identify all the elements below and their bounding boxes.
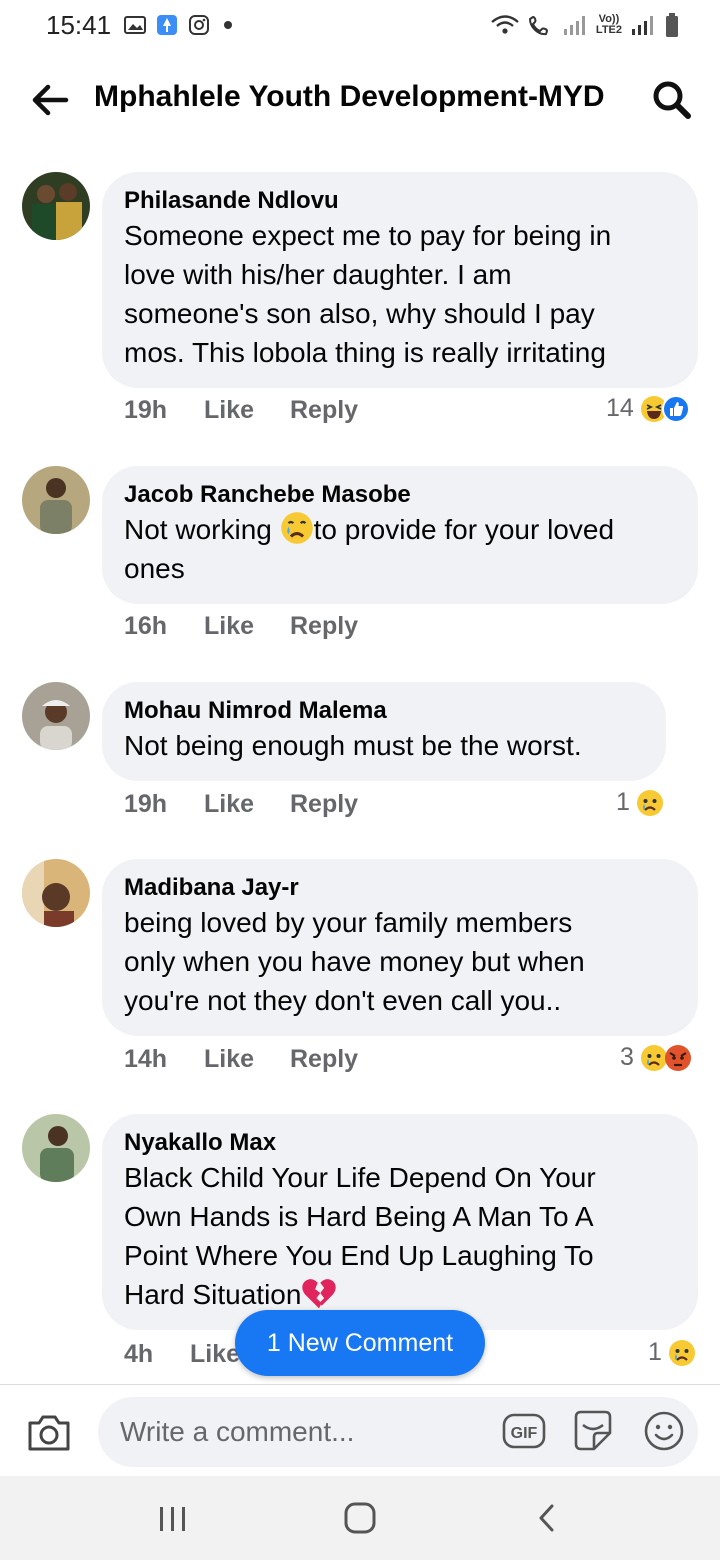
reaction-summary[interactable]: 1 bbox=[616, 788, 664, 817]
like-button[interactable]: Like bbox=[204, 1045, 290, 1074]
comment-time[interactable]: 19h bbox=[124, 790, 204, 819]
broken-heart-emoji bbox=[302, 1279, 337, 1309]
comment-author[interactable]: Nyakallo Max bbox=[124, 1128, 676, 1158]
signal-icon bbox=[563, 16, 585, 35]
volte-label: Vo)) LTE2 bbox=[595, 13, 622, 36]
avatar[interactable] bbox=[22, 172, 90, 240]
wifi-icon bbox=[491, 15, 519, 34]
reaction-count: 3 bbox=[620, 1043, 634, 1071]
battery-icon bbox=[666, 13, 678, 37]
comment-actions: 16h Like Reply bbox=[124, 612, 358, 641]
home-icon[interactable] bbox=[342, 1500, 378, 1536]
gif-icon[interactable]: GIF bbox=[502, 1411, 546, 1451]
comment-author[interactable]: Philasande Ndlovu bbox=[124, 186, 676, 216]
avatar[interactable] bbox=[22, 466, 90, 534]
avatar-image bbox=[22, 859, 90, 927]
comment-author[interactable]: Jacob Ranchebe Masobe bbox=[124, 480, 676, 510]
status-right-icons: Vo)) LTE2 bbox=[490, 12, 680, 38]
comment-text: Not being enough must be the worst. bbox=[124, 730, 582, 761]
reaction-summary[interactable]: 14 bbox=[606, 394, 690, 423]
comment-author[interactable]: Mohau Nimrod Malema bbox=[124, 696, 644, 726]
comment-actions: 19h Like Reply bbox=[124, 790, 358, 819]
reaction-count: 14 bbox=[606, 394, 634, 422]
new-comment-button[interactable]: 1 New Comment bbox=[235, 1310, 485, 1376]
comment-actions: 19h Like Reply bbox=[124, 396, 358, 425]
comment-bubble[interactable]: Madibana Jay-r being loved by your famil… bbox=[102, 859, 698, 1036]
crying-emoji bbox=[280, 512, 313, 544]
reply-button[interactable]: Reply bbox=[290, 396, 358, 425]
search-icon[interactable] bbox=[650, 78, 694, 122]
comment-composer: GIF bbox=[0, 1384, 720, 1476]
reaction-count: 1 bbox=[648, 1338, 662, 1366]
app-icon bbox=[157, 15, 177, 35]
comment-text: Black Child Your Life Depend On Your Own… bbox=[124, 1162, 596, 1310]
avatar[interactable] bbox=[22, 682, 90, 750]
comment-input-box[interactable]: GIF bbox=[98, 1397, 698, 1467]
comment-bubble[interactable]: Jacob Ranchebe Masobe Not working to pro… bbox=[102, 466, 698, 604]
gallery-icon bbox=[124, 16, 146, 34]
header: Mphahlele Youth Development-MYD bbox=[0, 64, 720, 134]
reaction-count: 1 bbox=[616, 788, 630, 816]
comment-bubble[interactable]: Philasande Ndlovu Someone expect me to p… bbox=[102, 172, 698, 388]
emoji-icon[interactable] bbox=[642, 1409, 686, 1453]
instagram-icon bbox=[189, 15, 209, 35]
camera-icon[interactable] bbox=[26, 1413, 72, 1453]
comment-author[interactable]: Madibana Jay-r bbox=[124, 873, 676, 903]
comment-time[interactable]: 16h bbox=[124, 612, 204, 641]
comment-actions: 14h Like Reply bbox=[124, 1045, 358, 1074]
avatar-image bbox=[22, 466, 90, 534]
status-bar: 15:41 Vo)) LTE2 bbox=[0, 0, 720, 56]
sticker-icon[interactable] bbox=[572, 1409, 614, 1453]
arrow-left-icon[interactable] bbox=[28, 78, 72, 122]
status-time: 15:41 bbox=[46, 10, 112, 40]
avatar-image bbox=[22, 682, 90, 750]
like-reaction bbox=[661, 394, 690, 423]
avatar[interactable] bbox=[22, 859, 90, 927]
reply-button[interactable]: Reply bbox=[290, 1045, 358, 1074]
comment-text: Not working to provide for your loved on… bbox=[124, 510, 676, 588]
reaction-summary[interactable]: 3 bbox=[620, 1043, 692, 1072]
notification-dot bbox=[224, 21, 232, 29]
reply-button[interactable]: Reply bbox=[290, 612, 358, 641]
angry-emoji bbox=[664, 1044, 691, 1071]
avatar[interactable] bbox=[22, 1114, 90, 1182]
like-button[interactable]: Like bbox=[204, 790, 290, 819]
status-left-icons bbox=[124, 14, 232, 36]
avatar-image bbox=[22, 1114, 90, 1182]
comment-input[interactable] bbox=[120, 1397, 490, 1467]
sad-emoji bbox=[636, 789, 663, 816]
sad-emoji bbox=[668, 1339, 695, 1366]
comment-bubble[interactable]: Mohau Nimrod Malema Not being enough mus… bbox=[102, 682, 666, 781]
like-button[interactable]: Like bbox=[204, 396, 290, 425]
recent-apps-icon[interactable] bbox=[156, 1504, 190, 1534]
reply-button[interactable]: Reply bbox=[290, 790, 358, 819]
gif-label: GIF bbox=[511, 1425, 538, 1442]
avatar-image bbox=[22, 172, 90, 240]
page-title: Mphahlele Youth Development-MYD bbox=[94, 80, 605, 113]
comment-time[interactable]: 4h bbox=[124, 1340, 190, 1369]
like-button[interactable]: Like bbox=[204, 612, 290, 641]
wifi-calling-icon bbox=[528, 15, 548, 36]
reaction-summary[interactable]: 1 bbox=[648, 1338, 696, 1367]
comment-text: Someone expect me to pay for being in lo… bbox=[124, 220, 612, 368]
comment-bubble[interactable]: Nyakallo Max Black Child Your Life Depen… bbox=[102, 1114, 698, 1330]
comment-text: being loved by your family members only … bbox=[124, 907, 585, 1016]
system-navbar bbox=[0, 1476, 720, 1560]
back-icon[interactable] bbox=[532, 1500, 562, 1536]
comment-time[interactable]: 19h bbox=[124, 396, 204, 425]
comment-time[interactable]: 14h bbox=[124, 1045, 204, 1074]
signal-icon bbox=[632, 16, 653, 35]
